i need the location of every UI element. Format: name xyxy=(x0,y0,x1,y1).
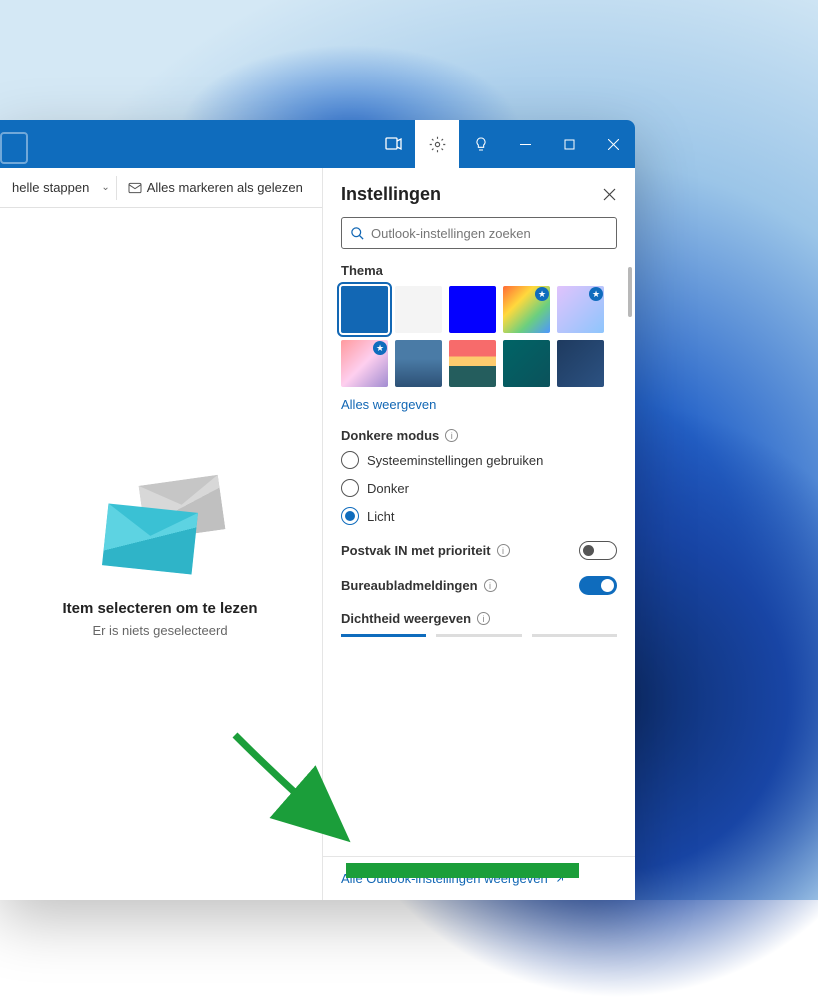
highlight-annotation xyxy=(346,863,579,878)
info-icon[interactable]: i xyxy=(484,579,497,592)
theme-tile-light[interactable] xyxy=(395,286,442,333)
search-placeholder: Outlook-instellingen zoeken xyxy=(371,226,531,241)
radio-label: Donker xyxy=(367,481,409,496)
focused-inbox-label: Postvak IN met prioriteit i xyxy=(341,543,510,558)
radio-system[interactable]: Systeeminstellingen gebruiken xyxy=(341,451,617,469)
theme-label: Thema xyxy=(341,263,617,278)
maximize-button[interactable] xyxy=(547,120,591,168)
theme-tile-unicorn[interactable]: ★ xyxy=(341,340,388,387)
theme-tile-blue[interactable] xyxy=(341,286,388,333)
info-icon[interactable]: i xyxy=(497,544,510,557)
minimize-button[interactable] xyxy=(503,120,547,168)
empty-reading-pane: Item selecteren om te lezen Er is niets … xyxy=(0,208,320,900)
calendar-sync-icon[interactable] xyxy=(371,120,415,168)
theme-tile-circuit[interactable] xyxy=(503,340,550,387)
info-icon[interactable]: i xyxy=(477,612,490,625)
desktop-notifications-row: Bureaubladmeldingen i xyxy=(341,576,617,595)
toolbar-separator xyxy=(116,176,117,200)
density-tab-1[interactable] xyxy=(341,634,426,637)
theme-tile-mountain[interactable] xyxy=(395,340,442,387)
search-icon xyxy=(350,226,365,241)
radio-label: Licht xyxy=(367,509,394,524)
empty-state-graphic xyxy=(90,470,230,580)
outlook-window: helle stappen ⌄ Alles markeren als gelez… xyxy=(0,120,635,900)
settings-title: Instellingen xyxy=(341,184,441,205)
empty-state-subtitle: Er is niets geselecteerd xyxy=(92,623,227,638)
desktop-notifications-label: Bureaubladmeldingen i xyxy=(341,578,497,593)
settings-search-input[interactable]: Outlook-instellingen zoeken xyxy=(341,217,617,249)
radio-light[interactable]: Licht xyxy=(341,507,617,525)
settings-tab-active[interactable] xyxy=(415,120,459,168)
focused-inbox-toggle[interactable] xyxy=(579,541,617,560)
partial-ribbon-tab xyxy=(0,132,28,164)
density-label: Dichtheid weergeven i xyxy=(341,611,617,626)
scrollbar-thumb[interactable] xyxy=(628,267,632,317)
settings-panel: Instellingen Outlook-instellingen zoeken… xyxy=(322,168,635,900)
close-settings-button[interactable] xyxy=(599,185,619,205)
premium-badge-icon: ★ xyxy=(589,287,603,301)
density-tabs xyxy=(341,634,617,637)
tips-icon[interactable] xyxy=(459,120,503,168)
chevron-down-icon[interactable]: ⌄ xyxy=(97,182,113,193)
theme-tile-ribbon[interactable] xyxy=(557,340,604,387)
density-tab-3[interactable] xyxy=(532,634,617,637)
radio-dark[interactable]: Donker xyxy=(341,479,617,497)
dark-mode-radio-group: Systeeminstellingen gebruiken Donker Lic… xyxy=(341,451,617,525)
radio-icon xyxy=(341,479,359,497)
theme-tile-pastel[interactable]: ★ xyxy=(557,286,604,333)
close-button[interactable] xyxy=(591,120,635,168)
radio-icon-checked xyxy=(341,507,359,525)
theme-tile-brightblue[interactable] xyxy=(449,286,496,333)
empty-state-title: Item selecteren om te lezen xyxy=(62,600,257,617)
settings-body: Outlook-instellingen zoeken Thema ★ ★ ★ … xyxy=(323,217,635,856)
premium-badge-icon: ★ xyxy=(373,341,387,355)
theme-grid: ★ ★ ★ xyxy=(341,286,617,387)
envelope-icon xyxy=(127,180,143,196)
theme-tile-sunset[interactable] xyxy=(449,340,496,387)
dark-mode-label: Donkere modus i xyxy=(341,428,617,443)
density-tab-2[interactable] xyxy=(436,634,521,637)
radio-label: Systeeminstellingen gebruiken xyxy=(367,453,543,468)
quick-steps-button[interactable]: helle stappen xyxy=(4,176,97,199)
quick-steps-label: helle stappen xyxy=(12,180,89,195)
settings-header: Instellingen xyxy=(323,168,635,217)
focused-inbox-row: Postvak IN met prioriteit i xyxy=(341,541,617,560)
theme-tile-rainbow[interactable]: ★ xyxy=(503,286,550,333)
mark-all-read-label: Alles markeren als gelezen xyxy=(147,180,303,195)
desktop-notifications-toggle[interactable] xyxy=(579,576,617,595)
titlebar xyxy=(0,120,635,168)
info-icon[interactable]: i xyxy=(445,429,458,442)
mark-all-read-button[interactable]: Alles markeren als gelezen xyxy=(119,176,311,200)
radio-icon xyxy=(341,451,359,469)
show-all-themes-link[interactable]: Alles weergeven xyxy=(341,397,617,412)
premium-badge-icon: ★ xyxy=(535,287,549,301)
